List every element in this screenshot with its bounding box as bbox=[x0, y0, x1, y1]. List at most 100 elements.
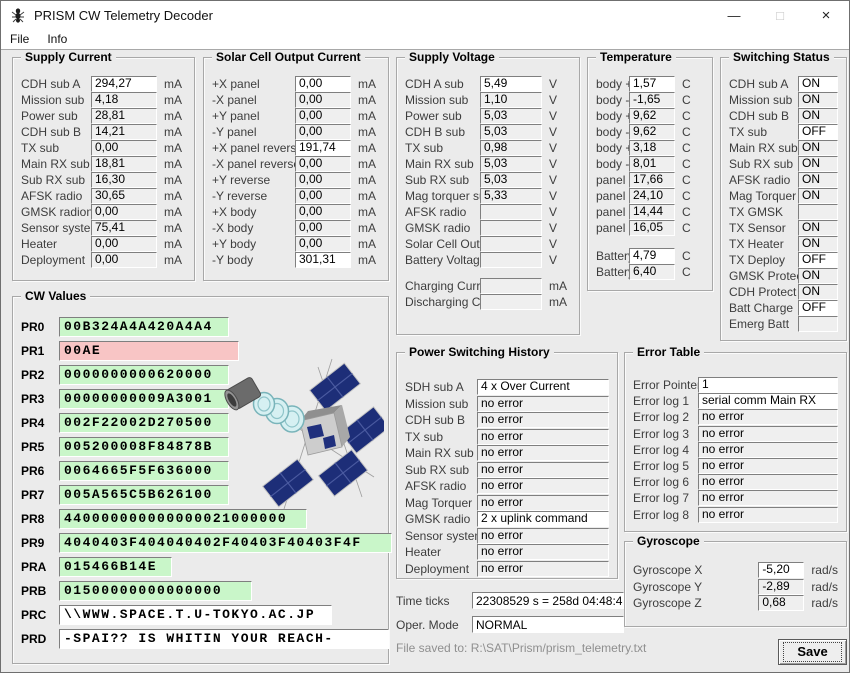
cw-value-box[interactable]: 005200008F84878B bbox=[59, 437, 229, 457]
value-box[interactable]: 0,98 bbox=[480, 140, 542, 156]
value-box[interactable]: serial comm Main RX bbox=[698, 393, 838, 410]
value-box[interactable]: no error bbox=[698, 425, 838, 442]
cw-value-box[interactable]: 00B324A4A420A4A4 bbox=[59, 317, 229, 337]
value-box[interactable] bbox=[480, 278, 542, 294]
menu-info[interactable]: Info bbox=[38, 30, 76, 48]
value-box[interactable]: no error bbox=[698, 409, 838, 426]
value-box[interactable]: 0,00 bbox=[295, 124, 351, 140]
value-box[interactable]: 9,62 bbox=[629, 124, 675, 140]
value-box[interactable]: no error bbox=[477, 461, 609, 478]
value-box[interactable] bbox=[480, 220, 542, 236]
close-icon[interactable]: × bbox=[803, 1, 849, 29]
value-box[interactable]: 0,00 bbox=[295, 188, 351, 204]
value-box[interactable]: 4,18 bbox=[91, 92, 157, 108]
value-box[interactable]: 5,03 bbox=[480, 156, 542, 172]
value-box[interactable]: ON bbox=[798, 172, 838, 188]
value-box[interactable]: no error bbox=[698, 458, 838, 475]
value-box[interactable]: 18,81 bbox=[91, 156, 157, 172]
value-box[interactable]: -1,65 bbox=[629, 92, 675, 108]
value-box[interactable]: 30,65 bbox=[91, 188, 157, 204]
value-box[interactable]: 0,68 bbox=[758, 595, 805, 612]
value-box[interactable]: no error bbox=[698, 441, 838, 458]
value-box[interactable]: 9,62 bbox=[629, 108, 675, 124]
value-box[interactable]: no error bbox=[477, 527, 609, 544]
value-box[interactable]: OFF bbox=[798, 300, 838, 316]
value-box[interactable]: no error bbox=[477, 478, 609, 495]
value-box[interactable]: ON bbox=[798, 284, 838, 300]
value-box[interactable]: 0,00 bbox=[295, 204, 351, 220]
value-box[interactable]: 14,44 bbox=[629, 204, 675, 220]
cw-value-box[interactable]: 015466B14E bbox=[59, 557, 172, 577]
value-box[interactable]: 4 x Over Current bbox=[477, 379, 609, 396]
value-box[interactable]: 0,00 bbox=[295, 156, 351, 172]
value-box[interactable]: 17,66 bbox=[629, 172, 675, 188]
value-box[interactable]: 1,10 bbox=[480, 92, 542, 108]
value-box[interactable]: 0,00 bbox=[295, 220, 351, 236]
value-box[interactable]: ON bbox=[798, 188, 838, 204]
value-box[interactable]: 5,03 bbox=[480, 108, 542, 124]
value-box[interactable]: OFF bbox=[798, 124, 838, 140]
value-box[interactable]: 6,40 bbox=[629, 264, 675, 280]
value-box[interactable]: no error bbox=[477, 560, 609, 577]
minimize-icon[interactable]: — bbox=[711, 1, 757, 29]
cw-value-box[interactable]: 002F22002D270500 bbox=[59, 413, 229, 433]
value-box[interactable]: ON bbox=[798, 236, 838, 252]
value-box[interactable]: ON bbox=[798, 220, 838, 236]
save-button[interactable]: Save bbox=[778, 639, 847, 665]
value-box[interactable]: 0,00 bbox=[91, 140, 157, 156]
value-box[interactable]: 75,41 bbox=[91, 220, 157, 236]
value-box[interactable]: 0,00 bbox=[295, 76, 351, 92]
value-box[interactable]: 5,49 bbox=[480, 76, 542, 92]
value-box[interactable]: no error bbox=[698, 474, 838, 491]
maximize-icon[interactable]: □ bbox=[757, 1, 803, 29]
value-box[interactable]: 191,74 bbox=[295, 140, 351, 156]
value-box[interactable]: 301,31 bbox=[295, 252, 351, 268]
value-box[interactable]: 28,81 bbox=[91, 108, 157, 124]
value-box[interactable]: 0,00 bbox=[295, 172, 351, 188]
value-box[interactable] bbox=[798, 316, 838, 332]
cw-value-box[interactable]: 00000000009A3001 bbox=[59, 389, 229, 409]
value-box[interactable]: 8,01 bbox=[629, 156, 675, 172]
value-box[interactable]: -5,20 bbox=[758, 562, 805, 579]
value-box[interactable]: no error bbox=[477, 445, 609, 462]
value-box[interactable]: no error bbox=[477, 544, 609, 561]
value-box[interactable]: 3,18 bbox=[629, 140, 675, 156]
cw-value-box[interactable]: -SPAI?? IS WHITIN YOUR REACH- bbox=[59, 629, 389, 649]
value-box[interactable]: no error bbox=[698, 490, 838, 507]
value-box[interactable]: no error bbox=[477, 428, 609, 445]
cw-value-box[interactable]: 0064665F5F636000 bbox=[59, 461, 229, 481]
value-box[interactable]: 5,03 bbox=[480, 172, 542, 188]
cw-value-box[interactable]: 4040403F404040402F40403F40403F4F bbox=[59, 533, 392, 553]
value-box[interactable]: ON bbox=[798, 268, 838, 284]
value-box[interactable]: 24,10 bbox=[629, 188, 675, 204]
oper-mode-value[interactable]: NORMAL bbox=[472, 616, 624, 633]
value-box[interactable]: 0,00 bbox=[295, 92, 351, 108]
value-box[interactable]: -2,89 bbox=[758, 578, 805, 595]
value-box[interactable]: 0,00 bbox=[91, 252, 157, 268]
value-box[interactable] bbox=[480, 294, 542, 310]
value-box[interactable]: 0,00 bbox=[295, 236, 351, 252]
value-box[interactable]: no error bbox=[477, 412, 609, 429]
value-box[interactable]: 1 bbox=[698, 377, 838, 394]
value-box[interactable]: 294,27 bbox=[91, 76, 157, 92]
value-box[interactable]: 5,03 bbox=[480, 124, 542, 140]
value-box[interactable]: OFF bbox=[798, 252, 838, 268]
cw-value-box[interactable]: \\WWW.SPACE.T.U-TOKYO.AC.JP bbox=[59, 605, 332, 625]
value-box[interactable]: 0,00 bbox=[91, 204, 157, 220]
value-box[interactable]: 1,57 bbox=[629, 76, 675, 92]
cw-value-box[interactable]: 00AE bbox=[59, 341, 239, 361]
value-box[interactable]: 16,05 bbox=[629, 220, 675, 236]
value-box[interactable]: ON bbox=[798, 156, 838, 172]
value-box[interactable] bbox=[480, 252, 542, 268]
menu-file[interactable]: File bbox=[1, 30, 38, 48]
time-ticks-value[interactable]: 22308529 s = 258d 04:48:4 bbox=[472, 592, 624, 609]
value-box[interactable]: 14,21 bbox=[91, 124, 157, 140]
value-box[interactable]: ON bbox=[798, 92, 838, 108]
value-box[interactable]: 5,33 bbox=[480, 188, 542, 204]
cw-value-box[interactable]: 005A565C5B626100 bbox=[59, 485, 229, 505]
value-box[interactable]: 16,30 bbox=[91, 172, 157, 188]
value-box[interactable]: no error bbox=[477, 494, 609, 511]
value-box[interactable] bbox=[480, 236, 542, 252]
value-box[interactable]: ON bbox=[798, 76, 838, 92]
cw-value-box[interactable]: 0000000000620000 bbox=[59, 365, 229, 385]
